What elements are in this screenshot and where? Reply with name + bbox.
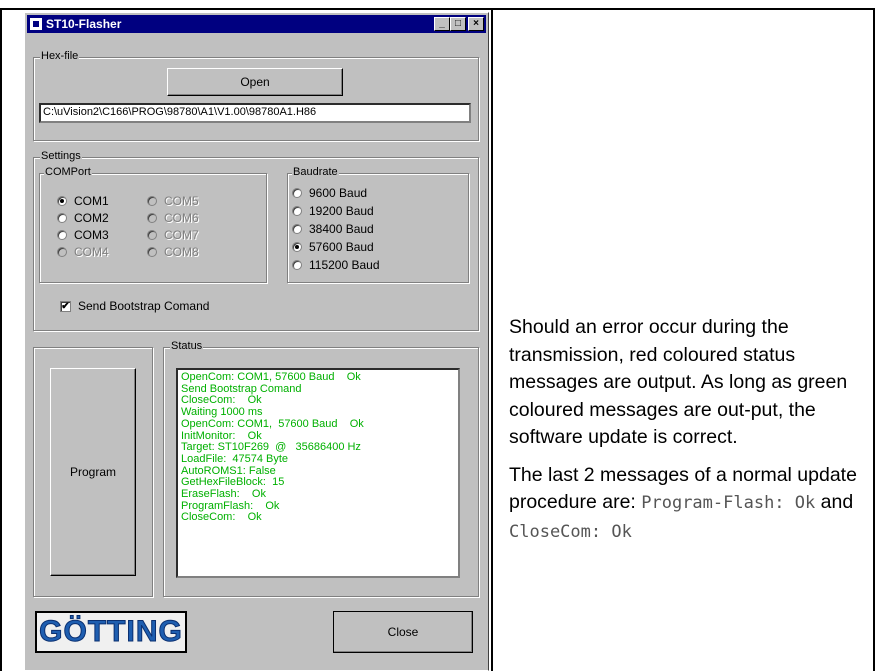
app-icon (30, 18, 42, 30)
hexfile-group-label: Hex-file (40, 50, 80, 62)
status-group: Status OpenCom: COM1, 57600 Baud Ok Send… (163, 340, 479, 597)
radio-com8: COM8 (147, 245, 199, 259)
comport-group-label: COMPort (44, 166, 92, 178)
radio-dot (57, 213, 67, 223)
open-button[interactable]: Open (167, 68, 343, 96)
send-bootstrap-checkbox[interactable]: ✔ Send Bootstrap Comand (60, 299, 209, 313)
radio-dot (57, 247, 67, 257)
radio-label: 9600 Baud (309, 186, 368, 200)
radio-com3[interactable]: COM3 (57, 228, 109, 242)
title-bar[interactable]: ST10-Flasher _ □ × (27, 15, 486, 33)
status-line: CloseCom: Ok (181, 511, 262, 524)
checkbox-label: Send Bootstrap Comand (78, 299, 210, 313)
logo-text: GÖTTING (39, 615, 183, 649)
radio-label: COM1 (74, 194, 109, 208)
maximize-button[interactable]: □ (450, 17, 466, 31)
status-line: OpenCom: COM1, 57600 Baud Ok (181, 371, 361, 383)
code-closecom: CloseCom: Ok (509, 521, 632, 542)
para2-connector: and (815, 491, 854, 513)
status-log[interactable]: OpenCom: COM1, 57600 Baud Ok Send Bootst… (176, 368, 460, 578)
radio-com2[interactable]: COM2 (57, 211, 109, 225)
status-group-label: Status (170, 340, 204, 352)
radio-label: COM6 (164, 211, 199, 225)
radio-dot (292, 260, 302, 270)
radio-dot (147, 247, 157, 257)
radio-dot (292, 188, 302, 198)
hexfile-group: Hex-file Open C:\uVision2\C166\PROG\9878… (33, 50, 479, 141)
radio-label: COM7 (164, 228, 199, 242)
radio-label: COM5 (164, 194, 199, 208)
radio-dot (57, 196, 67, 206)
baudrate-group-label: Baudrate (292, 166, 339, 178)
radio-dot (57, 230, 67, 240)
column-divider (491, 8, 493, 671)
comport-group: COMPort COM1 COM2 COM3 COM4 COM5 COM6 CO… (39, 166, 267, 283)
settings-group-label: Settings (40, 150, 82, 162)
explanation-paragraph-1: Should an error occur during the transmi… (509, 316, 848, 448)
radio-dot (147, 213, 157, 223)
radio-label: COM2 (74, 211, 109, 225)
baudrate-group: Baudrate 9600 Baud 19200 Baud 38400 Baud… (287, 166, 469, 283)
radio-38400[interactable]: 38400 Baud (292, 222, 374, 236)
radio-label: COM4 (74, 245, 109, 259)
gotting-logo: GÖTTING (35, 611, 187, 653)
program-button[interactable]: Program (50, 368, 136, 576)
radio-9600[interactable]: 9600 Baud (292, 186, 367, 200)
radio-dot (147, 196, 157, 206)
radio-com4: COM4 (57, 245, 109, 259)
radio-com1[interactable]: COM1 (57, 194, 109, 208)
settings-group: Settings COMPort COM1 COM2 COM3 COM4 COM… (33, 150, 479, 331)
checkbox-box: ✔ (60, 300, 71, 312)
st10-flasher-window: ST10-Flasher _ □ × Hex-file Open C:\uVis… (24, 12, 489, 671)
radio-dot (292, 206, 302, 216)
code-programflash: Program-Flash: Ok (641, 493, 816, 513)
radio-com7: COM7 (147, 228, 199, 242)
hexfile-path-field[interactable]: C:\uVision2\C166\PROG\98780\A1\V1.00\987… (39, 103, 471, 123)
window-title: ST10-Flasher (46, 17, 122, 31)
radio-dot (147, 230, 157, 240)
radio-label: 19200 Baud (309, 204, 374, 218)
explanation-text: Should an error occur during the transmi… (509, 314, 869, 556)
radio-label: 115200 Baud (309, 258, 380, 272)
radio-label: COM8 (164, 245, 199, 259)
radio-label: 57600 Baud (309, 240, 374, 254)
radio-dot (292, 242, 302, 252)
radio-115200[interactable]: 115200 Baud (292, 258, 380, 272)
radio-57600[interactable]: 57600 Baud (292, 240, 374, 254)
close-window-button[interactable]: × (468, 17, 484, 31)
status-line: OpenCom: COM1, 57600 Baud Ok (181, 417, 364, 430)
status-line: EraseFlash: Ok (181, 488, 266, 501)
radio-19200[interactable]: 19200 Baud (292, 204, 374, 218)
minimize-button[interactable]: _ (434, 17, 450, 31)
status-line: LoadFile: 47574 Byte (181, 452, 289, 465)
radio-dot (292, 224, 302, 234)
radio-label: COM3 (74, 228, 109, 242)
radio-com6: COM6 (147, 211, 199, 225)
radio-com5: COM5 (147, 194, 199, 208)
radio-label: 38400 Baud (309, 222, 374, 236)
explanation-paragraph-2: The last 2 messages of a normal update p… (509, 462, 869, 547)
close-button[interactable]: Close (333, 611, 473, 653)
program-group: Program (33, 347, 153, 597)
